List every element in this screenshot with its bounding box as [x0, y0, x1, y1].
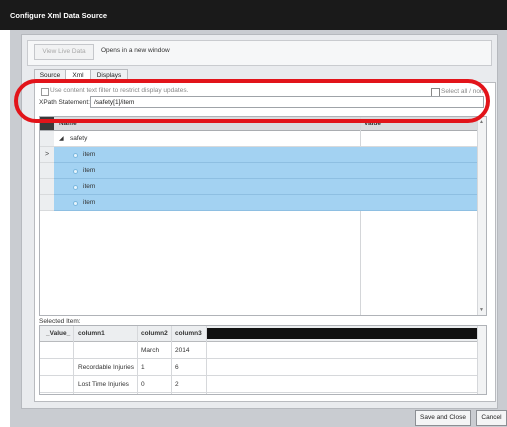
grid-scrollbar[interactable]: ▲ ▼: [477, 117, 486, 315]
tree-node-label: item: [83, 167, 96, 174]
column-value-header[interactable]: _Value_: [46, 330, 70, 337]
opens-new-window-link[interactable]: Opens in a new window: [101, 47, 170, 54]
tab-displays[interactable]: Displays: [90, 69, 128, 83]
cell: March: [141, 347, 160, 354]
save-and-close-button[interactable]: Save and Close: [415, 410, 471, 426]
column3-header[interactable]: column3: [175, 330, 202, 337]
row-header: [40, 131, 54, 147]
view-live-data-button[interactable]: View Live Data: [34, 44, 94, 60]
cancel-button[interactable]: Cancel: [476, 410, 507, 426]
cell: Recordable Injuries: [78, 364, 135, 371]
cell: 6: [175, 364, 179, 371]
cell: Lost Time Injuries: [78, 381, 129, 388]
table-row[interactable]: March 2014: [40, 342, 486, 359]
table-row[interactable]: Lost Time Injuries 0 2: [40, 376, 486, 393]
tree-node-label: safety: [70, 135, 88, 142]
cell: 1: [141, 364, 145, 371]
tree-row-item[interactable]: item: [54, 147, 486, 163]
tree-row-safety[interactable]: ◢ safety: [54, 131, 486, 147]
xpath-label: XPath Statement:: [39, 99, 90, 106]
row-header: >: [40, 147, 54, 163]
column-name[interactable]: Name: [59, 120, 77, 127]
xpath-input[interactable]: /safety[1]/item: [90, 96, 484, 108]
node-icon: [73, 185, 78, 190]
table-row[interactable]: Recordable Injuries 1 6: [40, 359, 486, 376]
tree-row-item[interactable]: item: [54, 179, 486, 195]
selected-item-grid: _Value_ column1 column2 column3 March 20…: [39, 325, 487, 395]
tab-source[interactable]: Source: [34, 69, 66, 83]
expand-triangle-icon[interactable]: ◢: [59, 135, 64, 142]
column2-header[interactable]: column2: [141, 330, 168, 337]
tree-node-label: item: [83, 151, 96, 158]
filter-checkbox[interactable]: [41, 88, 49, 96]
row-header: [40, 179, 54, 195]
scroll-up-icon[interactable]: ▲: [479, 119, 484, 125]
grid-corner: [40, 117, 54, 130]
tree-row-item[interactable]: item: [54, 195, 486, 211]
grid-header: Name Value: [40, 117, 486, 131]
selected-item-label: Selected Item:: [39, 318, 81, 325]
xml-tree-grid: Name Value ◢ safety > item item item ite…: [39, 116, 487, 316]
node-icon: [73, 153, 78, 158]
tree-node-label: item: [83, 199, 96, 206]
scroll-down-icon[interactable]: ▼: [479, 307, 484, 313]
header-filler: [207, 328, 484, 339]
cell: 2014: [175, 347, 190, 354]
row-header: [40, 195, 54, 211]
selected-grid-scrollbar[interactable]: [477, 326, 486, 394]
column-value[interactable]: Value: [364, 120, 381, 127]
node-icon: [73, 201, 78, 206]
node-icon: [73, 169, 78, 174]
row-header: [40, 163, 54, 179]
title-bar: Configure Xml Data Source: [0, 0, 507, 30]
selected-grid-header: _Value_ column1 column2 column3: [40, 326, 486, 342]
cell: 2: [175, 381, 179, 388]
toolbar: [27, 40, 492, 66]
column1-header[interactable]: column1: [78, 330, 105, 337]
cell: 0: [141, 381, 145, 388]
select-all-label: Select all / none: [441, 88, 488, 95]
tree-node-label: item: [83, 183, 96, 190]
tab-xml[interactable]: Xml: [65, 69, 91, 83]
tree-row-item[interactable]: item: [54, 163, 486, 179]
filter-hint: Use content text filter to restrict disp…: [50, 87, 189, 94]
window-title: Configure Xml Data Source: [10, 11, 108, 20]
